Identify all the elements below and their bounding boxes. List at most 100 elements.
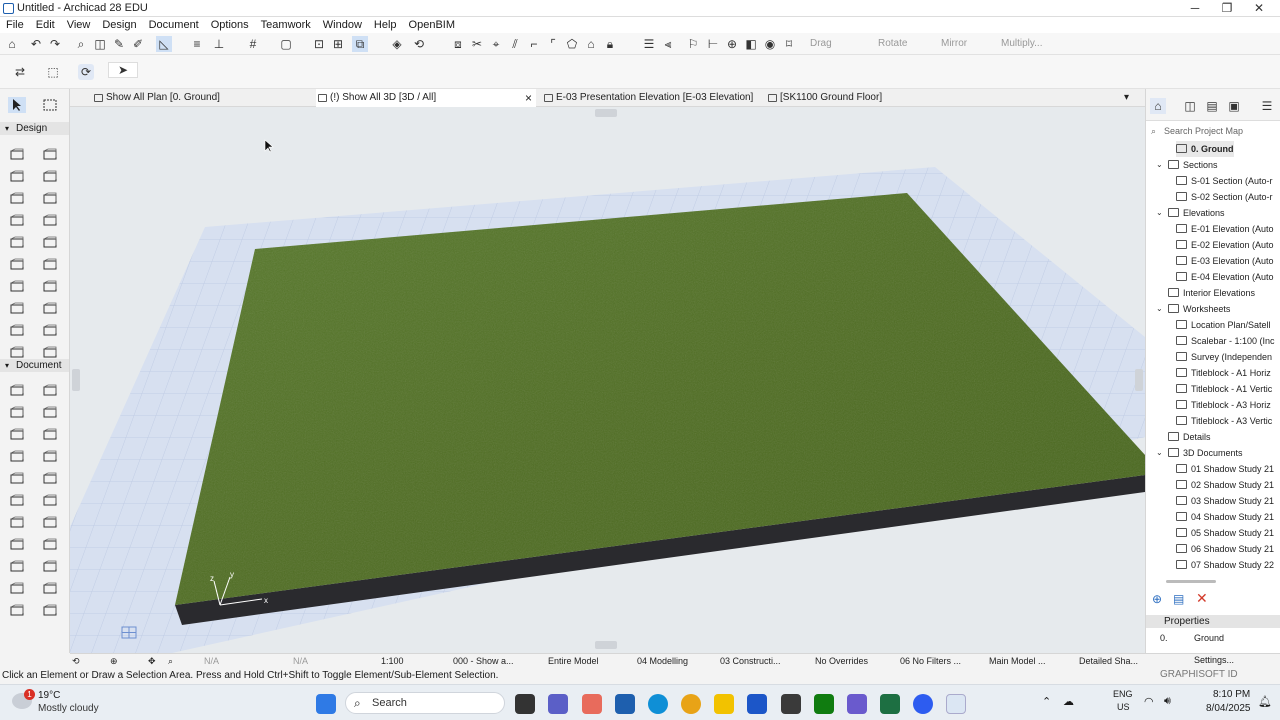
bottom-resize-handle[interactable] (595, 641, 617, 649)
tab-3d[interactable]: (!) Show All 3D [3D / All] × (316, 89, 536, 107)
ramp-tool-icon[interactable] (41, 345, 59, 361)
orbit-mode-icon[interactable]: ⟳ (78, 64, 94, 80)
project-map-item[interactable]: 05 Shadow Study 21 (1176, 525, 1274, 541)
curtain-wall-tool-icon[interactable] (41, 147, 59, 163)
project-map-item[interactable]: ⌄ Sections (1156, 157, 1218, 173)
rotate-button[interactable]: Rotate (878, 38, 907, 49)
project-map-item[interactable]: 04 Shadow Study 21 (1176, 509, 1274, 525)
stair-tool-icon[interactable] (8, 235, 26, 251)
weather-temp[interactable]: 19°C (38, 690, 60, 701)
pick-up-parameters-icon[interactable]: ◫ (92, 36, 108, 52)
graphic-overrides-select[interactable]: No Overrides (815, 654, 868, 668)
graphisoft-id-label[interactable]: GRAPHISOFT ID (1160, 669, 1238, 680)
stair-2-tool-icon[interactable] (8, 345, 26, 361)
maximize-button[interactable]: ❐ (1210, 0, 1244, 17)
door-tool-icon[interactable] (8, 169, 26, 185)
project-map-item[interactable]: 03 Shadow Study 21 (1176, 493, 1274, 509)
beam-tool-icon[interactable] (41, 191, 59, 207)
3d-view-icon[interactable]: ◈ (389, 36, 405, 52)
project-map-search[interactable]: ⌕ Search Project Map (1148, 123, 1278, 139)
mirror-button[interactable]: Mirror (941, 38, 967, 49)
morph-tool-icon[interactable] (8, 301, 26, 317)
project-map-item[interactable]: S-02 Section (Auto-r (1176, 189, 1273, 205)
3d-viewport[interactable]: x y z (70, 107, 1145, 653)
spline-tool-icon[interactable] (41, 493, 59, 509)
guide-lines-icon[interactable]: ≡ (189, 36, 205, 52)
copilot-icon[interactable] (582, 694, 602, 714)
project-map-item[interactable]: Titleblock - A1 Vertic (1176, 381, 1272, 397)
roof-tool-icon[interactable] (41, 213, 59, 229)
tag-icon[interactable]: ⌑ (781, 36, 797, 52)
suspend-groups-icon[interactable]: ⧉ (352, 36, 368, 52)
level-dim-tool-icon[interactable] (41, 383, 59, 399)
volume-icon[interactable]: 🔊︎ (1164, 695, 1171, 708)
marquee-tool-icon[interactable] (41, 97, 59, 113)
task-view-icon[interactable] (515, 694, 535, 714)
project-map-item[interactable]: Titleblock - A3 Horiz (1176, 397, 1271, 413)
arc-tool-icon[interactable] (8, 493, 26, 509)
find-select-icon[interactable]: ⌕ (73, 36, 89, 52)
label-tool-icon[interactable] (8, 449, 26, 465)
close-tab-button[interactable]: × (525, 89, 532, 107)
fillet-icon[interactable]: ⌐ (526, 36, 542, 52)
edge-icon[interactable] (648, 694, 668, 714)
expand-chevron-icon[interactable]: ⌄ (1156, 445, 1163, 461)
spot-elevation-tool-icon[interactable] (8, 427, 26, 443)
orbit-icon[interactable]: ⟲ (411, 36, 427, 52)
xbox-icon[interactable] (814, 694, 834, 714)
model-view-options-select[interactable]: 03 Constructi... (720, 654, 781, 668)
figure-tool-icon[interactable] (41, 515, 59, 531)
project-map-item[interactable]: Location Plan/Satell (1176, 317, 1271, 333)
project-map-item[interactable]: 07 Shadow Study 22 (1176, 557, 1274, 573)
zoom-dropdown-icon[interactable]: ⌕ (168, 654, 173, 668)
slab-tool-icon[interactable] (8, 213, 26, 229)
hotspot-tool-icon[interactable] (8, 515, 26, 531)
dimension-tool-icon[interactable] (8, 383, 26, 399)
wall-tool-icon[interactable] (8, 147, 26, 163)
tree-scrollbar[interactable] (1166, 580, 1216, 583)
project-map-item[interactable]: Interior Elevations (1168, 285, 1255, 301)
layer-icon[interactable]: ▢ (278, 36, 294, 52)
scale-select[interactable]: 1:100 (381, 654, 404, 668)
menu-window[interactable]: Window (317, 17, 368, 33)
clock-time[interactable]: 8:10 PM (1213, 689, 1250, 700)
shell-tool-icon[interactable] (41, 257, 59, 273)
eyedropper-icon[interactable]: ✎ (111, 36, 127, 52)
top-resize-handle[interactable] (595, 109, 617, 117)
design-section-header[interactable]: Design (0, 122, 69, 135)
file-explorer-icon[interactable] (714, 694, 734, 714)
fit-in-window-icon[interactable]: ⊞ (330, 36, 346, 52)
change-tool-icon[interactable] (41, 581, 59, 597)
pen-set-select[interactable]: 04 Modelling (637, 654, 688, 668)
tray-chevron-icon[interactable]: ⌃ (1042, 695, 1051, 708)
project-map-icon[interactable]: ⌂ (1150, 98, 1166, 114)
interior-elevation-tool-icon[interactable] (8, 559, 26, 575)
project-map-item[interactable]: E-04 Elevation (Auto (1176, 269, 1274, 285)
minimize-button[interactable]: ─ (1178, 0, 1212, 17)
stack-order-icon[interactable]: ☰ (641, 36, 657, 52)
unity-icon[interactable] (781, 694, 801, 714)
mesh-tool-icon[interactable] (8, 257, 26, 273)
left-resize-handle[interactable] (72, 369, 80, 391)
group-icon[interactable]: ⧈ (450, 36, 466, 52)
clock-date[interactable]: 8/04/2025 (1206, 703, 1251, 714)
tab-plan[interactable]: Show All Plan [0. Ground] (92, 89, 314, 107)
offset-icon[interactable]: ⌜ (545, 36, 561, 52)
menu-options[interactable]: Options (205, 17, 255, 33)
adjust-icon[interactable]: ⌖ (488, 36, 504, 52)
new-view-icon[interactable]: ⊕ (1152, 592, 1162, 606)
menu-teamwork[interactable]: Teamwork (255, 17, 317, 33)
expand-chevron-icon[interactable]: ⌄ (1156, 301, 1163, 317)
menu-edit[interactable]: Edit (30, 17, 61, 33)
teams-icon[interactable] (548, 694, 568, 714)
excel-icon[interactable] (880, 694, 900, 714)
project-map-item[interactable]: E-01 Elevation (Auto (1176, 221, 1274, 237)
menu-design[interactable]: Design (96, 17, 142, 33)
menu-file[interactable]: File (0, 17, 30, 33)
menu-document[interactable]: Document (143, 17, 205, 33)
project-map-item[interactable]: ⌄ 3D Documents (1156, 445, 1243, 461)
project-map-item[interactable]: ⌄ Elevations (1156, 205, 1225, 221)
menu-view[interactable]: View (61, 17, 97, 33)
project-map-item[interactable]: 0. Ground (1176, 141, 1234, 157)
app-icon[interactable] (747, 694, 767, 714)
